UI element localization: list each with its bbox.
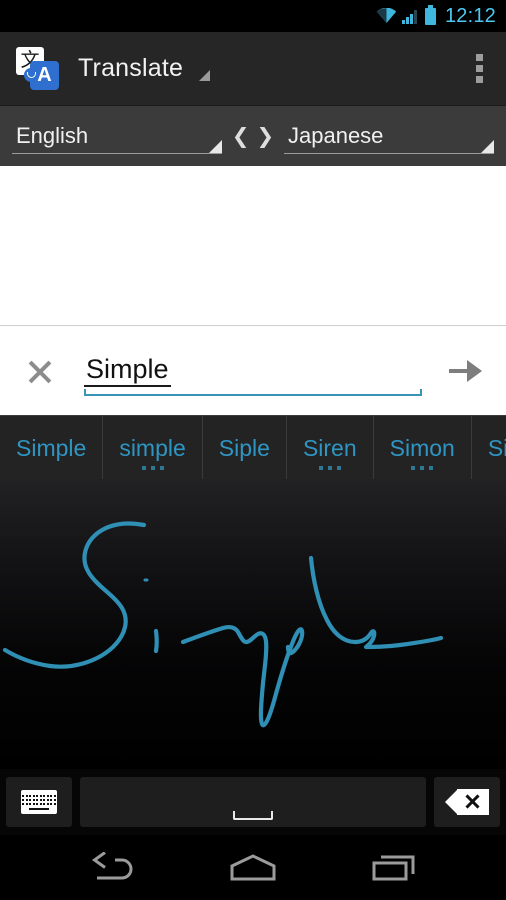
input-field-underline	[84, 388, 422, 396]
swap-left-chevron-icon: ❮	[231, 124, 250, 148]
suggestion-more-dots-icon	[141, 466, 164, 470]
recents-icon	[372, 855, 415, 880]
phone-screen: 12:12 文 A Translate English ❮ ❯ Japanese	[0, 0, 506, 900]
input-text-value: Simple	[84, 354, 171, 387]
suggestion-item[interactable]: Siren	[285, 416, 373, 479]
suggestion-item[interactable]: Simple	[0, 416, 102, 479]
delete-key[interactable]	[434, 777, 500, 827]
action-bar: 文 A Translate	[0, 32, 506, 106]
title-dropdown-icon[interactable]	[199, 70, 211, 81]
backspace-icon	[445, 789, 489, 815]
android-nav-bar	[0, 835, 506, 900]
translation-result-area	[0, 166, 506, 326]
nav-back-button[interactable]	[66, 843, 156, 893]
suggestion-item[interactable]: Siple	[201, 416, 286, 479]
submit-arrow-icon[interactable]	[444, 349, 488, 393]
suggestion-label: Siple	[218, 434, 270, 461]
status-icons	[376, 4, 436, 25]
space-key[interactable]	[80, 777, 426, 827]
source-dropdown-icon	[209, 140, 222, 153]
overflow-dot-icon	[475, 76, 483, 83]
translate-app-icon[interactable]: 文 A	[14, 46, 60, 92]
suggestion-label: Simple	[16, 434, 87, 461]
source-spinner-rule	[12, 153, 222, 154]
nav-recents-button[interactable]	[350, 843, 440, 893]
swap-right-chevron-icon: ❯	[256, 124, 275, 148]
nav-home-button[interactable]	[208, 843, 298, 893]
source-language-label: English	[16, 123, 89, 148]
source-text-input[interactable]: Simple	[84, 342, 434, 400]
suggestion-item[interactable]: Sinale	[470, 416, 506, 479]
back-icon	[91, 851, 133, 879]
status-time: 12:12	[444, 5, 496, 27]
suggestion-label: simple	[119, 434, 186, 461]
source-language-spinner[interactable]: English	[12, 114, 222, 158]
handwriting-ink	[2, 521, 444, 728]
app-title: Translate	[78, 54, 184, 82]
text-input-row: Simple	[0, 326, 506, 415]
suggestion-more-dots-icon	[318, 466, 341, 470]
handwriting-canvas[interactable]	[0, 479, 506, 769]
switch-keyboard-key[interactable]	[6, 777, 72, 827]
overflow-dot-icon	[475, 54, 483, 61]
logo-swap-arrow-icon	[24, 67, 38, 82]
suggestion-label: Sinale	[487, 434, 506, 461]
language-bar: English ❮ ❯ Japanese	[0, 106, 506, 166]
arrow-head	[467, 359, 482, 382]
suggestion-strip: Simple simple Siple Siren Simon Sinale	[0, 415, 506, 479]
space-indicator-icon	[233, 811, 273, 820]
home-icon	[230, 853, 276, 880]
clear-text-icon[interactable]	[18, 349, 62, 393]
overflow-menu-button[interactable]	[466, 49, 492, 89]
battery-icon	[424, 4, 436, 25]
suggestion-item[interactable]: simple	[102, 416, 201, 479]
suggestion-item[interactable]: Simon	[372, 416, 471, 479]
target-language-spinner[interactable]: Japanese	[284, 114, 494, 158]
status-bar: 12:12	[0, 0, 506, 32]
overflow-dot-icon	[475, 65, 483, 72]
keyboard-icon	[21, 790, 57, 814]
signal-icon	[401, 8, 420, 24]
keyboard-toolbar	[0, 769, 506, 835]
suggestion-label: Siren	[302, 434, 357, 461]
wifi-icon	[376, 7, 397, 24]
target-language-label: Japanese	[288, 123, 384, 148]
suggestion-label: Simon	[389, 434, 455, 461]
swap-languages-button[interactable]: ❮ ❯	[222, 114, 284, 158]
suggestion-more-dots-icon	[411, 466, 434, 470]
target-dropdown-icon	[481, 140, 494, 153]
target-spinner-rule	[284, 153, 494, 154]
